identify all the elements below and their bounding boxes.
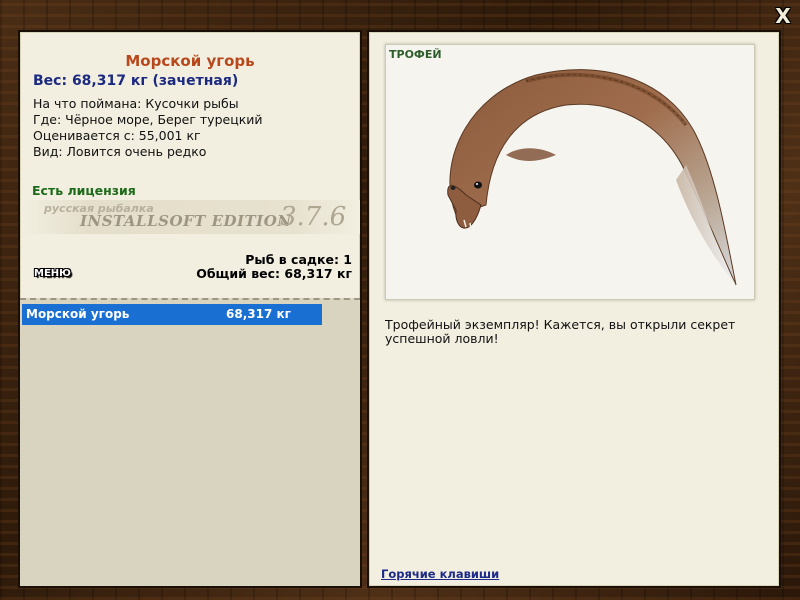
keepnet-stats: Рыб в садке: 1 Общий вес: 68,317 кг [196, 253, 352, 281]
watermark-version: 3.7.6 [280, 202, 347, 232]
eel-trophy-image [447, 69, 737, 286]
fish-name-title: Морской угорь [125, 52, 255, 70]
trophy-panel: ТРОФЕЙ Трофейный экземпляр! Кажется, вы … [367, 30, 781, 588]
close-button[interactable]: X [772, 6, 794, 26]
fish-info-panel: Морской угорь Вес: 68,317 кг (зачетная) … [18, 30, 362, 588]
fish-photo-frame: ТРОФЕЙ [385, 44, 755, 300]
keepnet-count: Рыб в садке: 1 [245, 252, 352, 267]
watermark-edition: INSTALLSOFT EDITION [80, 212, 292, 230]
value-info: Оценивается с: 55,001 кг [33, 128, 201, 143]
keepnet-total-weight: Общий вес: 68,317 кг [196, 266, 352, 281]
hotkeys-link[interactable]: Горячие клавиши [381, 567, 499, 581]
list-item-weight: 68,317 кг [226, 307, 291, 321]
bait-info: На что поймана: Кусочки рыбы [33, 96, 239, 111]
keepnet-list[interactable]: Морской угорь 68,317 кг [20, 298, 360, 586]
list-item[interactable]: Морской угорь 68,317 кг [22, 304, 322, 325]
fish-weight: Вес: 68,317 кг (зачетная) [33, 73, 239, 89]
license-status: Есть лицензия [32, 183, 136, 198]
rarity-info: Вид: Ловится очень редко [33, 144, 207, 159]
edition-watermark: русская рыбалка INSTALLSOFT EDITION 3.7.… [22, 200, 360, 234]
list-item-name: Морской угорь [26, 307, 130, 321]
trophy-description: Трофейный экземпляр! Кажется, вы открыли… [385, 317, 736, 346]
location-info: Где: Чёрное море, Берег турецкий [33, 112, 263, 127]
menu-button[interactable]: МЕНЮ [34, 268, 71, 279]
trophy-badge: ТРОФЕЙ [389, 48, 442, 61]
